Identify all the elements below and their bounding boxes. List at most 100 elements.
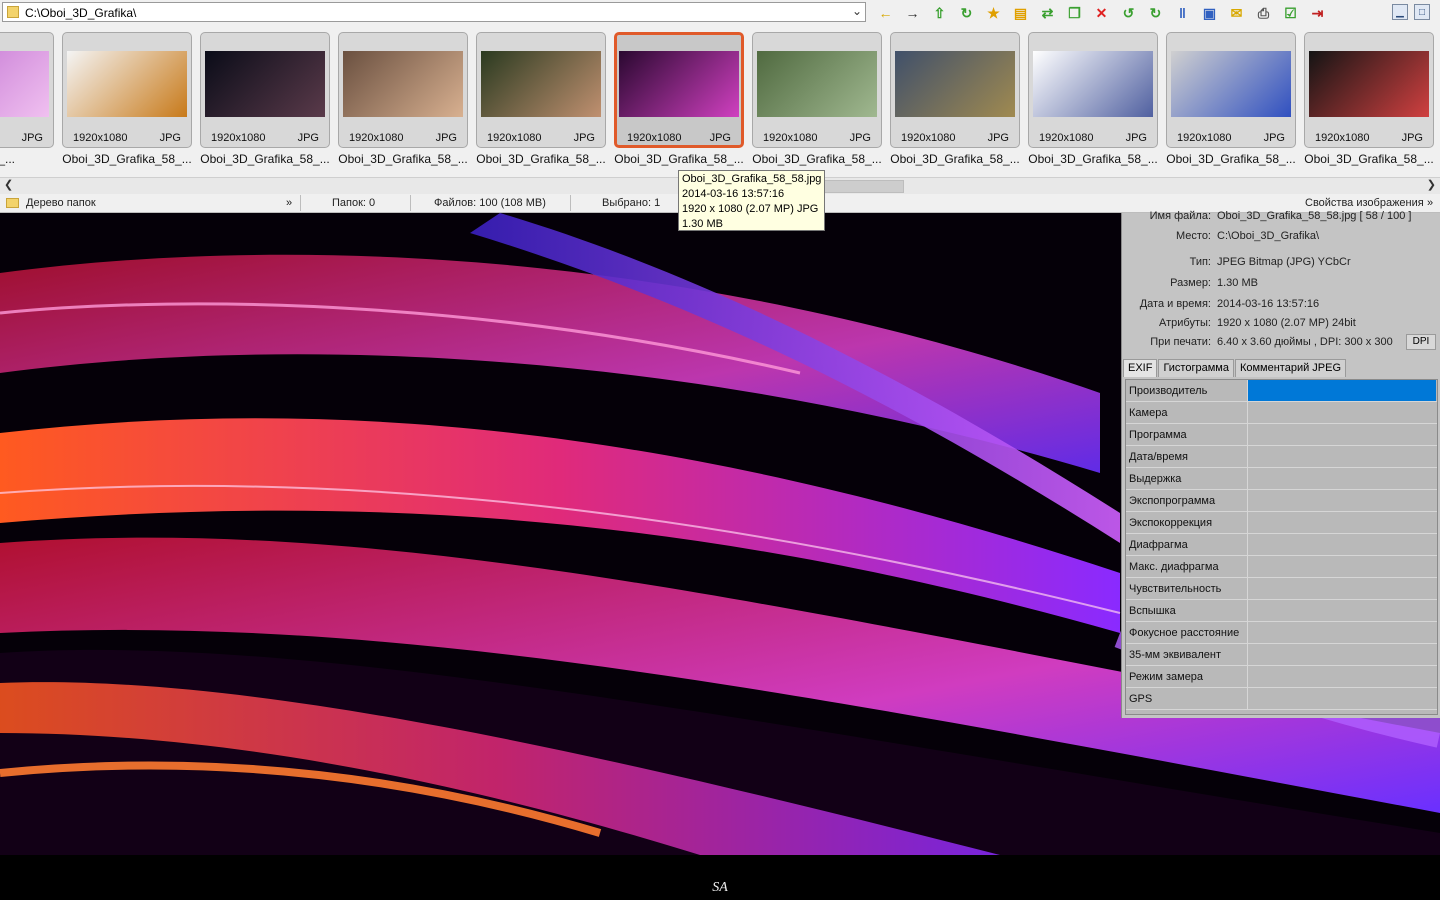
exif-row[interactable]: Программа [1126,424,1437,446]
thumbnail-item[interactable]: 1920x1080 JPG [62,32,192,148]
exif-row[interactable]: Режим замера [1126,666,1437,688]
exif-row[interactable]: Вспышка [1126,600,1437,622]
thumbnail-filename[interactable]: Oboi_3D_Grafika_58_... [747,152,887,166]
thumbnail-item[interactable]: 1920x1080 JPG [614,32,744,148]
selected-count: Выбрано: 1 [602,197,661,209]
thumbnail-format: JPG [849,132,871,144]
thumbnail-item[interactable]: 1920x1080 JPG [476,32,606,148]
exif-key: Фокусное расстояние [1129,627,1240,639]
exif-row[interactable]: 35-мм эквивалент [1126,644,1437,666]
exif-key: Производитель [1129,385,1208,397]
print-icon[interactable]: ⎙ [1252,4,1275,22]
delete-icon[interactable]: ✕ [1090,4,1113,22]
thumbnail-format: JPG [21,132,43,144]
thumbnail-item[interactable]: 1920x1080 JPG [1166,32,1296,148]
type-label: Тип: [1189,256,1211,268]
exif-row[interactable]: Диафрагма [1126,534,1437,556]
exif-row[interactable]: Чувствительность [1126,578,1437,600]
folder-tree-toggle[interactable]: Дерево папок [26,197,96,209]
slideshow-icon[interactable]: ▣ [1198,4,1221,22]
scroll-right-icon[interactable]: ❯ [1427,178,1436,191]
minimize-button[interactable]: ▁ [1392,4,1408,20]
thumbnail-filename[interactable]: Oboi_3D_Grafika_58_... [195,152,335,166]
exif-key: Режим замера [1129,671,1204,683]
thumbnail-filename[interactable]: Oboi_3D_Grafika_58_... [885,152,1025,166]
thumbnail-image [0,51,49,117]
exif-row[interactable]: GPS [1126,688,1437,710]
exif-row[interactable]: Выдержка [1126,468,1437,490]
options-icon[interactable]: ☑ [1279,4,1302,22]
attributes-label: Атрибуты: [1159,317,1211,329]
exif-value [1247,600,1436,621]
forward-icon[interactable]: → [901,4,924,22]
tab-histogram[interactable]: Гистограмма [1158,359,1234,377]
exif-row[interactable]: Экспопрограмма [1126,490,1437,512]
folders-count: Папок: 0 [332,197,376,209]
thumbnail-filename[interactable]: Oboi_3D_Grafika_58_... [57,152,197,166]
tab-jpeg-comment[interactable]: Комментарий JPEG [1234,359,1347,377]
thumbnail-image [205,51,325,117]
exif-row[interactable]: Дата/время [1126,446,1437,468]
attributes-value: 1920 x 1080 (2.07 MP) 24bit [1217,317,1356,329]
tooltip-dimensions: 1920 x 1080 (2.07 MP) JPG [682,203,819,215]
chevron-double-down-icon[interactable]: » [286,197,292,209]
thumbnail-filename[interactable]: Oboi_3D_Grafika_58_... [333,152,473,166]
tab-exif[interactable]: EXIF [1123,359,1158,377]
new-folder-icon[interactable]: ▤ [1009,4,1032,22]
thumbnail-format: JPG [987,132,1009,144]
thumbnail-image [757,51,877,117]
thumbnail-image [67,51,187,117]
path-combobox[interactable]: C:\Oboi_3D_Grafika\ ⌄ [2,2,866,22]
exif-value [1247,534,1436,555]
thumbnail-item[interactable]: 1920x1080 JPG [338,32,468,148]
rotate-icon[interactable]: ↻ [1144,4,1167,22]
thumbnail-filename[interactable]: Oboi_3D_Grafika_58_... [1023,152,1163,166]
thumbnail-item[interactable]: JPG [0,32,54,148]
email-icon[interactable]: ✉ [1225,4,1248,22]
exif-value [1247,468,1436,489]
exif-row[interactable]: Макс. диафрагма [1126,556,1437,578]
maximize-button[interactable]: □ [1414,4,1430,20]
thumbnail-filename[interactable]: Oboi_3D_Grafika_58_... [609,152,749,166]
chevron-double-down-icon[interactable]: » [1427,197,1433,209]
exif-key: GPS [1129,693,1153,705]
move-icon[interactable]: ⇄ [1036,4,1059,22]
convert-icon[interactable]: ↺ [1117,4,1140,22]
exif-row[interactable]: Экспокоррекция [1126,512,1437,534]
thumbnail-filename[interactable]: Oboi_3D_Grafika_58_... [471,152,611,166]
folder-up-icon[interactable]: ⇧ [928,4,951,22]
thumbnail-format: JPG [709,132,731,144]
exif-value [1247,424,1436,445]
thumbnail-format: JPG [435,132,457,144]
image-properties-toggle[interactable]: Свойства изображения [1305,197,1424,209]
compare-icon[interactable]: ‖ [1171,4,1194,22]
thumbnail-strip: JPG ika_58_... 1920x1080 JPG Oboi_3D_Grafika… [0,27,1440,177]
thumbnail-item[interactable]: 1920x1080 JPG [200,32,330,148]
exif-value [1247,402,1436,423]
thumbnail-item[interactable]: 1920x1080 JPG [1028,32,1158,148]
size-label: Размер: [1170,277,1211,289]
exif-value [1247,622,1436,643]
refresh-icon[interactable]: ↻ [955,4,978,22]
exif-key: Выдержка [1129,473,1182,485]
scroll-left-icon[interactable]: ❮ [4,178,13,191]
files-count: Файлов: 100 (108 MB) [434,197,546,209]
favorites-icon[interactable]: ★ [982,4,1005,22]
exif-row[interactable]: Камера [1126,402,1437,424]
thumbnail-item[interactable]: 1920x1080 JPG [890,32,1020,148]
thumbnail-filename[interactable]: Oboi_3D_Grafika_58_... [1299,152,1439,166]
copy-icon[interactable]: ❐ [1063,4,1086,22]
back-icon[interactable]: ← [874,4,897,22]
thumbnail-filename[interactable]: ika_58_... [0,152,59,166]
thumbnail-item[interactable]: 1920x1080 JPG [752,32,882,148]
tooltip-size: 1.30 MB [682,218,723,230]
exif-row[interactable]: Фокусное расстояние [1126,622,1437,644]
exif-row[interactable]: Производитель [1126,380,1437,402]
thumbnail-item[interactable]: 1920x1080 JPG [1304,32,1434,148]
exif-value [1247,644,1436,665]
exit-icon[interactable]: ⇥ [1306,4,1329,22]
dpi-button[interactable]: DPI [1406,334,1436,350]
thumbnail-filename[interactable]: Oboi_3D_Grafika_58_... [1161,152,1301,166]
chevron-down-icon[interactable]: ⌄ [852,4,862,18]
size-value: 1.30 MB [1217,277,1258,289]
